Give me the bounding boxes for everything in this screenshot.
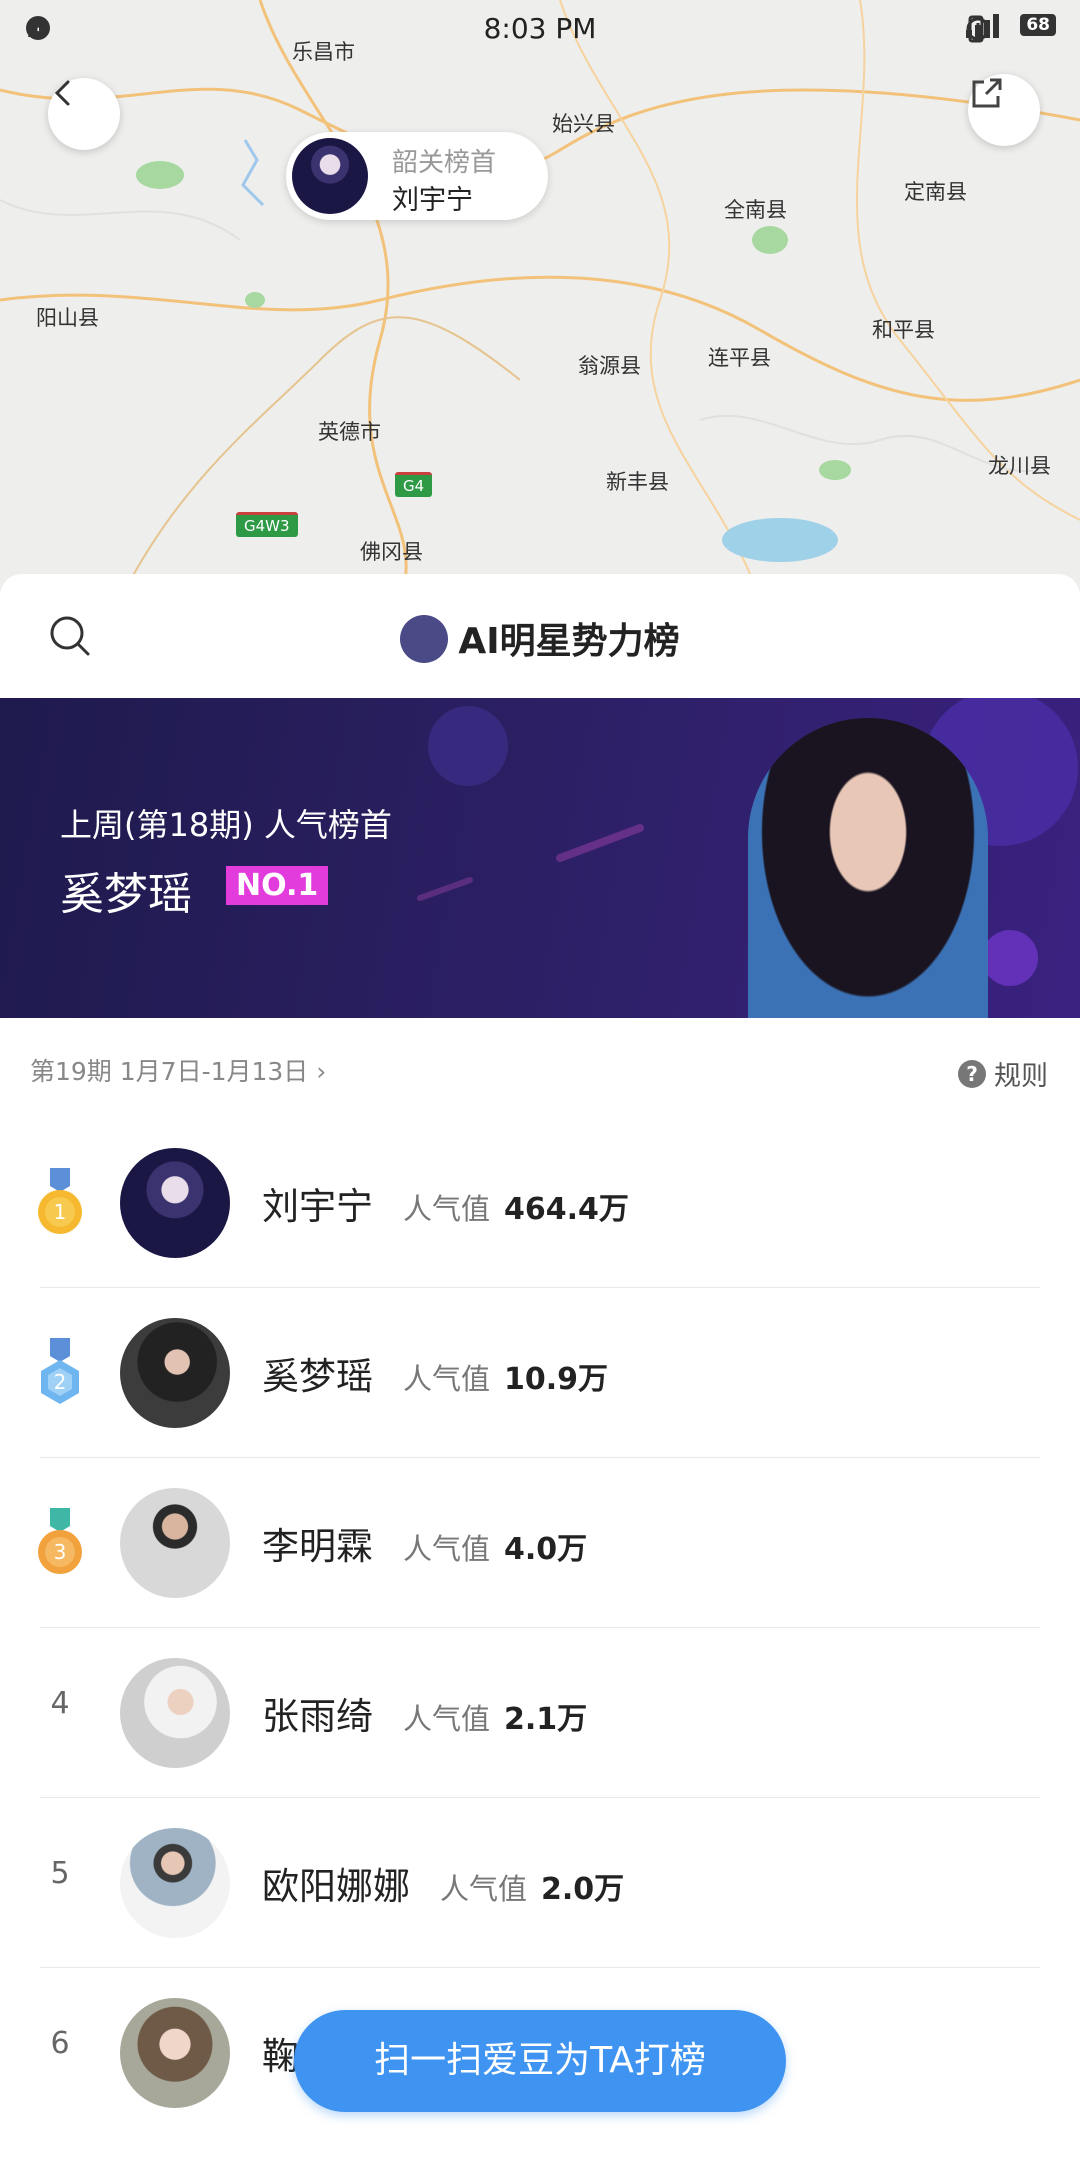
ranking-sheet: AI明星势力榜 上周(第18期) 人气榜首 奚梦瑶 NO.1 第19期 1月7日… xyxy=(0,574,1080,2160)
map-city-label: 阳山县 xyxy=(36,306,99,330)
banner-star-photo xyxy=(748,718,988,1018)
map-city-label: 和平县 xyxy=(872,318,935,342)
rank-number: 4 xyxy=(50,1686,70,1721)
map-city-label: 始兴县 xyxy=(552,112,615,136)
avatar xyxy=(292,138,368,214)
rules-label: 规则 xyxy=(994,1061,1048,1092)
popularity-label: 人气值 xyxy=(403,1532,491,1566)
popularity-value: 10.9万 xyxy=(504,1362,609,1397)
ranking-row[interactable]: 5 欧阳娜娜 人气值 2.0万 xyxy=(0,1798,1080,1968)
battery-indicator: 68 xyxy=(1020,14,1056,36)
rank-badge: NO.1 xyxy=(226,866,329,905)
ranking-row[interactable]: 4 张雨绮 人气值 2.1万 xyxy=(0,1628,1080,1798)
ranking-row[interactable]: 3 李明霖 人气值 4.0万 xyxy=(0,1458,1080,1628)
map-city-label: 龙川县 xyxy=(988,454,1051,478)
ranking-entry: 张雨绮 人气值 2.1万 xyxy=(262,1686,587,1740)
avatar xyxy=(120,1998,230,2108)
map-pin-card[interactable]: 韶关榜首 刘宇宁 xyxy=(286,132,548,220)
highway-shield: G4W3 xyxy=(236,512,298,537)
map-city-label: 新丰县 xyxy=(606,470,669,494)
page-title-text: AI明星势力榜 xyxy=(458,621,680,662)
popularity-label: 人气值 xyxy=(403,1702,491,1736)
share-button[interactable] xyxy=(968,74,1040,146)
silver-medal-icon: 2 xyxy=(34,1338,86,1412)
popularity-value: 2.0万 xyxy=(541,1872,625,1907)
banner-subtitle: 上周(第18期) 人气榜首 xyxy=(60,806,392,844)
ranking-entry: 刘宇宁 人气值 464.4万 xyxy=(262,1176,629,1230)
bronze-medal-icon: 3 xyxy=(34,1508,86,1582)
svg-text:3: 3 xyxy=(54,1540,67,1564)
map-pin-title: 韶关榜首 xyxy=(392,148,497,178)
status-bar: 1 8:03 PM 68 xyxy=(0,0,1080,60)
map-city-label: 英德市 xyxy=(318,420,381,444)
map-city-label: 全南县 xyxy=(724,198,787,222)
map-roads xyxy=(0,0,1080,600)
map-city-label: 翁源县 xyxy=(578,354,641,378)
status-time: 8:03 PM xyxy=(483,12,597,45)
popularity-value: 4.0万 xyxy=(504,1532,588,1567)
ranking-entry: 李明霖 人气值 4.0万 xyxy=(262,1516,587,1570)
map-city-label: 佛冈县 xyxy=(360,540,423,564)
top-star-banner[interactable]: 上周(第18期) 人气榜首 奚梦瑶 NO.1 xyxy=(0,698,1080,1018)
help-icon: ? xyxy=(958,1059,986,1088)
status-right: 68 xyxy=(964,14,1056,43)
rank-number: 5 xyxy=(50,1856,70,1891)
ranking-entry: 奚梦瑶 人气值 10.9万 xyxy=(262,1346,608,1400)
ranking-row[interactable]: 2 奚梦瑶 人气值 10.9万 xyxy=(0,1288,1080,1458)
svg-text:1: 1 xyxy=(54,1200,67,1224)
gold-medal-icon: 1 xyxy=(34,1168,86,1242)
rules-link[interactable]: ? 规则 xyxy=(958,1054,1048,1093)
popularity-value: 2.1万 xyxy=(504,1702,588,1737)
period-selector[interactable]: 第19期 1月7日-1月13日 › xyxy=(30,1052,326,1088)
back-button[interactable] xyxy=(48,78,120,150)
scan-vote-button[interactable]: 扫一扫爱豆为TA打榜 xyxy=(294,2010,786,2112)
banner-star-name: 奚梦瑶 xyxy=(60,869,192,920)
popularity-label: 人气值 xyxy=(403,1362,491,1396)
avatar xyxy=(120,1828,230,1938)
avatar xyxy=(120,1488,230,1598)
ranking-row[interactable]: 1 刘宇宁 人气值 464.4万 xyxy=(0,1118,1080,1288)
map-city-label: 连平县 xyxy=(708,346,771,370)
map-pin-name: 刘宇宁 xyxy=(392,185,473,216)
popularity-value: 464.4万 xyxy=(504,1192,629,1227)
popularity-label: 人气值 xyxy=(403,1192,491,1226)
map-city-label: 定南县 xyxy=(904,180,967,204)
page-title: AI明星势力榜 xyxy=(0,612,1080,667)
sheet-header: AI明星势力榜 xyxy=(0,574,1080,698)
rank-number: 6 xyxy=(50,2026,70,2061)
star-name: 李明霖 xyxy=(262,1525,373,1568)
ranking-entry: 欧阳娜娜 人气值 2.0万 xyxy=(262,1856,624,1910)
app-logo-icon xyxy=(400,615,449,663)
ranking-entry: 鞠 xyxy=(262,2026,299,2080)
map-view[interactable]: 乐昌市 始兴县 全南县 定南县 阳山县 翁源县 连平县 和平县 英德市 新丰县 … xyxy=(0,0,1080,600)
avatar xyxy=(120,1318,230,1428)
popularity-label: 人气值 xyxy=(440,1872,528,1906)
star-name: 奚梦瑶 xyxy=(262,1355,373,1398)
star-name: 张雨绮 xyxy=(262,1695,373,1738)
avatar xyxy=(120,1658,230,1768)
highway-shield: G4 xyxy=(395,472,433,497)
svg-text:2: 2 xyxy=(54,1370,67,1394)
star-name: 欧阳娜娜 xyxy=(262,1865,410,1908)
star-name: 刘宇宁 xyxy=(262,1185,373,1228)
avatar xyxy=(120,1148,230,1258)
